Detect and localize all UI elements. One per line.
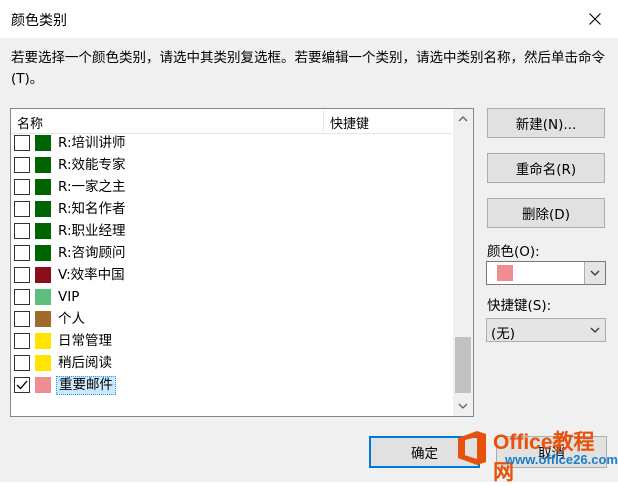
color-label: 颜色(O): [487,244,540,260]
checkmark-icon [16,380,28,390]
window-title: 颜色类别 [11,13,67,29]
list-item[interactable]: 个人 [11,309,452,331]
list-rows: R:培训讲师 R:效能专家 R:一家之主 R:知名作者 R:职业经理 R:咨询顾问 V:效率… [11,133,452,397]
category-checkbox[interactable] [14,135,30,151]
list-item[interactable]: R:知名作者 [11,199,452,221]
category-name[interactable]: R:咨询顾问 [58,245,126,262]
instruction-text: 若要选择一个颜色类别，请选中其类别复选框。若要编辑一个类别，请选中类别名称，然后… [11,50,605,87]
list-item[interactable]: R:效能专家 [11,155,452,177]
column-header-shortcut[interactable]: 快捷键 [330,113,369,132]
list-item[interactable]: VIP [11,287,452,309]
category-color-swatch [35,201,51,217]
category-name[interactable]: VIP [58,289,79,306]
shortcut-label: 快捷键(S): [487,298,552,314]
category-color-swatch [35,245,51,261]
category-color-swatch [35,223,51,239]
list-item[interactable]: R:培训讲师 [11,133,452,155]
shortcut-value: (无) [491,326,516,342]
column-divider[interactable] [323,111,324,131]
chevron-down-icon [590,270,600,276]
title-bar: 颜色类别 [0,0,618,38]
scroll-up-button[interactable] [453,109,473,129]
category-color-swatch [35,311,51,327]
category-checkbox[interactable] [14,245,30,261]
scroll-down-button[interactable] [453,396,473,416]
category-name[interactable]: R:知名作者 [58,201,126,218]
list-item[interactable]: 日常管理 [11,331,452,353]
new-button[interactable]: 新建(N)... [487,108,605,138]
category-color-swatch [35,333,51,349]
category-name[interactable]: R:职业经理 [58,223,126,240]
delete-button[interactable]: 删除(D) [487,198,605,228]
chevron-up-icon [458,116,468,122]
category-checkbox[interactable] [14,289,30,305]
color-dropdown-arrow[interactable] [584,262,605,284]
close-icon [589,13,601,25]
category-checkbox[interactable] [14,157,30,173]
category-name[interactable]: 日常管理 [58,333,112,350]
chevron-down-icon [458,403,468,409]
category-name[interactable]: 稍后阅读 [58,355,112,372]
category-checkbox[interactable] [14,267,30,283]
category-checkbox[interactable] [14,333,30,349]
watermark-url: www.office26.com [505,452,618,467]
list-item[interactable]: V:效率中国 [11,265,452,287]
list-item[interactable]: 稍后阅读 [11,353,452,375]
category-color-swatch [35,355,51,371]
list-header: 名称 快捷键 [11,109,452,134]
category-name[interactable]: R:培训讲师 [58,135,126,152]
close-button[interactable] [572,0,618,38]
category-checkbox[interactable] [14,179,30,195]
category-checkbox[interactable] [14,201,30,217]
category-checkbox[interactable] [14,377,30,393]
category-name[interactable]: 个人 [58,311,85,328]
list-item[interactable]: R:咨询顾问 [11,243,452,265]
selected-color-swatch [497,265,513,281]
dialog-body: 若要选择一个颜色类别，请选中其类别复选框。若要编辑一个类别，请选中类别名称，然后… [0,38,618,482]
category-list[interactable]: 名称 快捷键 R:培训讲师 R:效能专家 R:一家之主 R:知名作者 R:职业经理 R:咨… [10,108,474,417]
category-checkbox[interactable] [14,355,30,371]
list-item[interactable]: 重要邮件 [11,375,452,397]
list-item[interactable]: R:一家之主 [11,177,452,199]
column-header-name[interactable]: 名称 [17,113,43,132]
category-name[interactable]: R:一家之主 [58,179,126,196]
shortcut-dropdown-arrow[interactable] [585,319,605,341]
category-name[interactable]: 重要邮件 [56,376,116,395]
scroll-thumb[interactable] [455,337,471,393]
category-color-swatch [35,179,51,195]
rename-button[interactable]: 重命名(R) [487,153,605,183]
category-checkbox[interactable] [14,311,30,327]
category-color-swatch [35,377,51,393]
chevron-down-icon [590,327,600,333]
list-item[interactable]: R:职业经理 [11,221,452,243]
vertical-scrollbar[interactable] [453,109,473,416]
office-logo-icon [458,431,486,465]
category-name[interactable]: R:效能专家 [58,157,126,174]
category-color-swatch [35,289,51,305]
category-color-swatch [35,157,51,173]
category-checkbox[interactable] [14,223,30,239]
category-color-swatch [35,267,51,283]
category-name[interactable]: V:效率中国 [58,267,125,284]
category-color-swatch [35,135,51,151]
watermark: Office教程网 www.office26.com [455,426,618,484]
shortcut-dropdown[interactable]: (无) [486,318,606,342]
color-dropdown[interactable] [486,261,606,285]
